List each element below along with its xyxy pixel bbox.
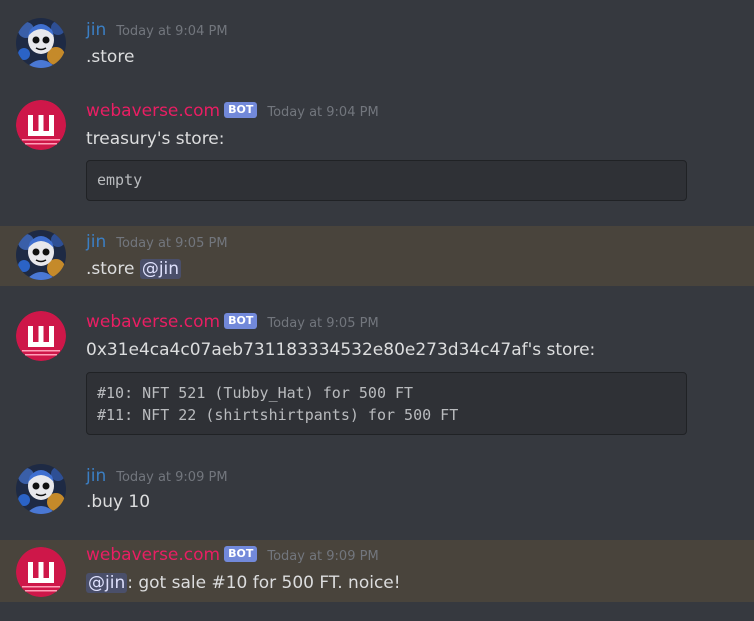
user-avatar[interactable]	[16, 18, 66, 68]
message-3: jin Today at 9:05 PM .store @jin	[0, 226, 754, 286]
code-block: empty	[86, 160, 687, 201]
bot-badge: BOT	[224, 102, 258, 118]
bot-avatar[interactable]	[16, 311, 66, 361]
bot-badge: BOT	[224, 546, 258, 562]
webaverse-logo-icon	[16, 311, 66, 361]
code-line: #10: NFT 521 (Tubby_Hat) for 500 FT	[97, 384, 414, 402]
username[interactable]: webaverse.com	[86, 312, 220, 332]
jin-avatar-icon	[16, 230, 66, 280]
jin-avatar-icon	[16, 18, 66, 68]
username[interactable]: webaverse.com	[86, 545, 220, 565]
message-2: webaverse.com BOT Today at 9:04 PM treasur…	[0, 82, 754, 226]
user-avatar[interactable]	[16, 230, 66, 280]
timestamp[interactable]: Today at 9:04 PM	[267, 105, 378, 120]
timestamp[interactable]: Today at 9:05 PM	[116, 236, 227, 251]
webaverse-logo-icon	[16, 100, 66, 150]
code-line: #11: NFT 22 (shirtshirtpants) for 500 FT	[97, 406, 459, 424]
user-mention[interactable]: @jin	[139, 259, 182, 279]
message-text: .store @jin	[86, 259, 182, 279]
code-block: #10: NFT 521 (Tubby_Hat) for 500 FT #11:…	[86, 372, 687, 435]
message-1: jin Today at 9:04 PM .store	[0, 0, 754, 82]
message-text: .store	[86, 47, 135, 67]
message-text: treasury's store:	[86, 129, 225, 149]
message-text: .buy 10	[86, 492, 151, 512]
message-6: webaverse.com BOT Today at 9:09 PM @jin: g…	[0, 540, 754, 602]
timestamp[interactable]: Today at 9:04 PM	[116, 24, 227, 39]
code-line: empty	[97, 171, 143, 189]
message-text-suffix: : got sale #10 for 500 FT. noice!	[127, 573, 401, 593]
message-text: @jin: got sale #10 for 500 FT. noice!	[86, 573, 401, 593]
username[interactable]: jin	[86, 466, 106, 486]
user-mention[interactable]: @jin	[86, 573, 128, 593]
jin-avatar-icon	[16, 464, 66, 514]
bot-badge: BOT	[224, 313, 258, 329]
username[interactable]: jin	[86, 232, 106, 252]
user-avatar[interactable]	[16, 464, 66, 514]
webaverse-logo-icon	[16, 547, 66, 597]
timestamp[interactable]: Today at 9:09 PM	[267, 549, 378, 564]
username[interactable]: webaverse.com	[86, 101, 220, 121]
message-4: webaverse.com BOT Today at 9:05 PM 0x31e4c…	[0, 286, 754, 458]
bot-avatar[interactable]	[16, 100, 66, 150]
message-5: jin Today at 9:09 PM .buy 10	[0, 458, 754, 540]
timestamp[interactable]: Today at 9:09 PM	[116, 470, 227, 485]
message-text: 0x31e4ca4c07aeb731183334532e80e273d34c47…	[86, 340, 596, 360]
timestamp[interactable]: Today at 9:05 PM	[267, 316, 378, 331]
message-text-prefix: .store	[86, 259, 140, 279]
bot-avatar[interactable]	[16, 547, 66, 597]
username[interactable]: jin	[86, 20, 106, 40]
